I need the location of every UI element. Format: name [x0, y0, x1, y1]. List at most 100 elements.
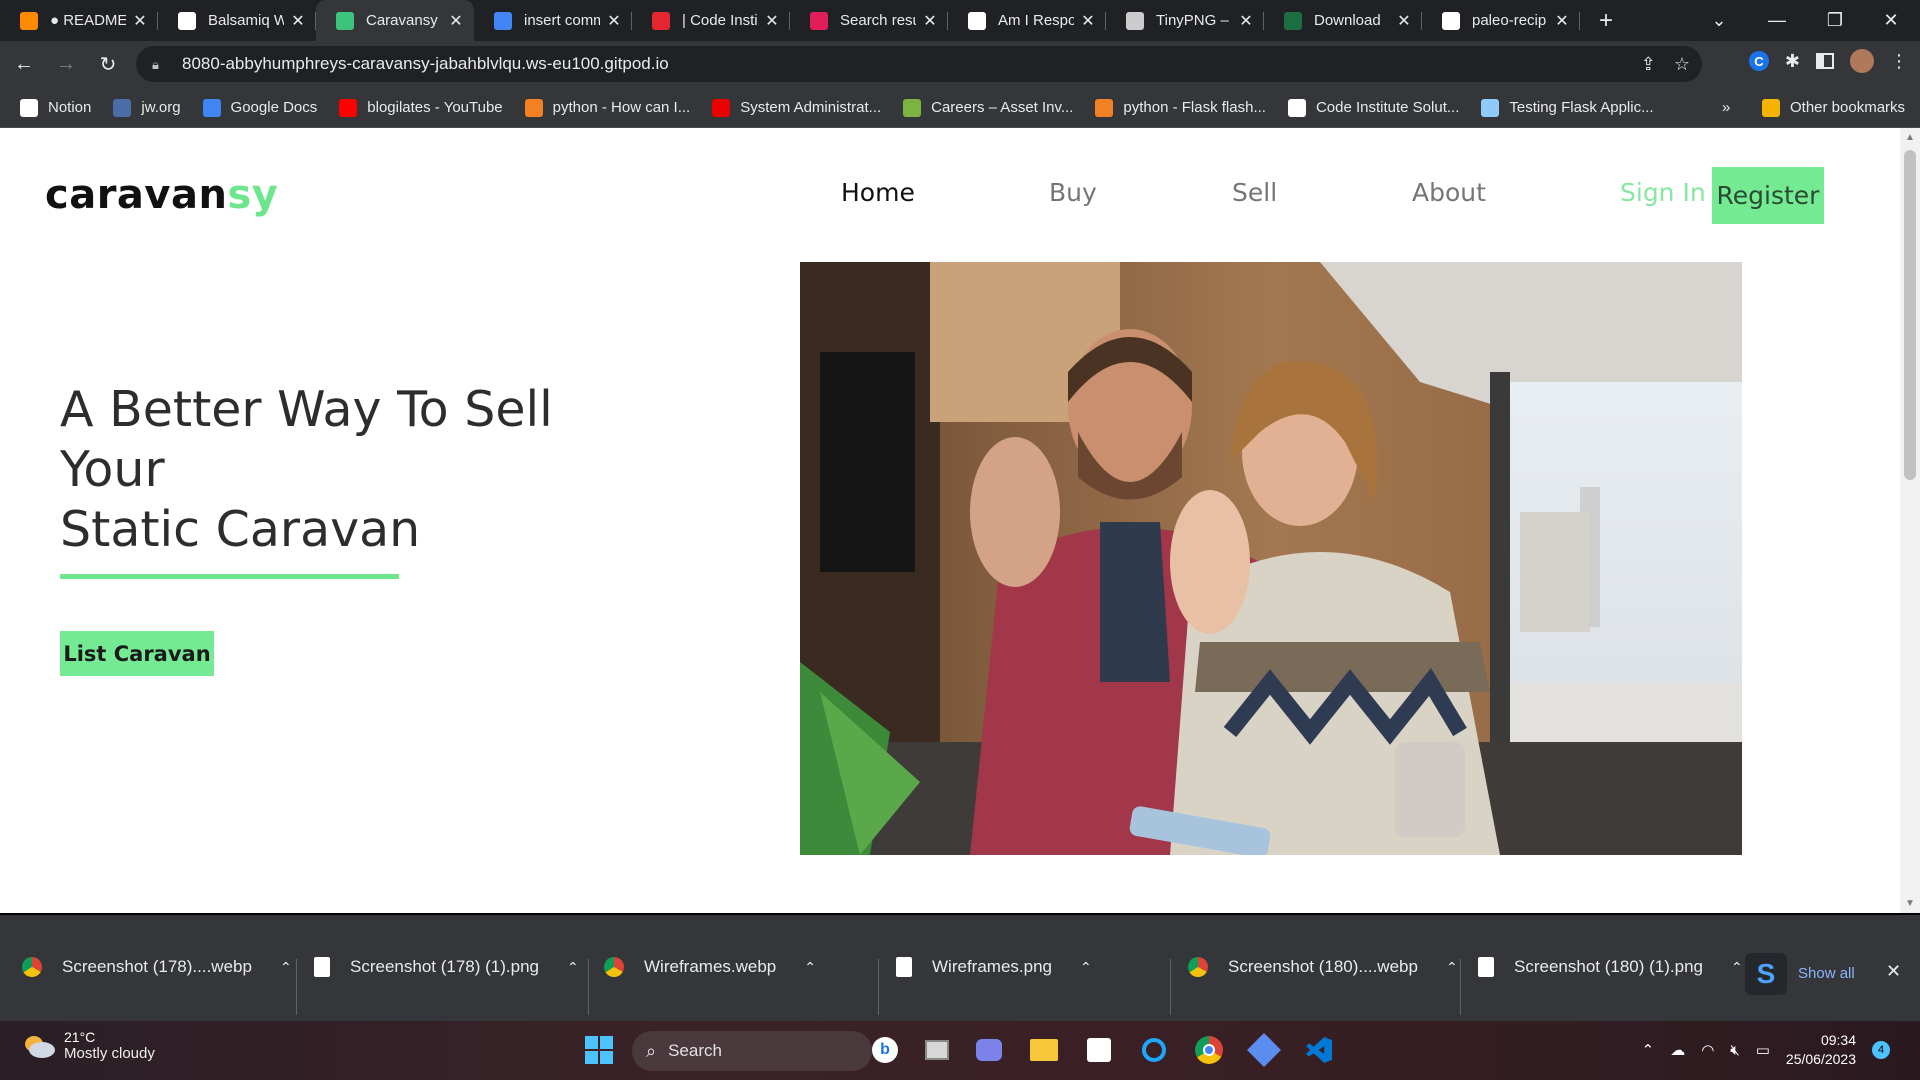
- chrome-icon[interactable]: [1192, 1033, 1226, 1067]
- download-item[interactable]: Screenshot (180)....webp ⌃: [1188, 943, 1458, 991]
- browser-tab[interactable]: insert comm ✕: [474, 0, 632, 41]
- close-downloads-icon[interactable]: ✕: [1886, 961, 1901, 982]
- extension-c-icon[interactable]: C: [1748, 51, 1769, 71]
- close-tab-icon[interactable]: ✕: [1554, 11, 1570, 31]
- store-icon[interactable]: [1082, 1033, 1116, 1067]
- teams-icon[interactable]: [972, 1033, 1006, 1067]
- share-icon[interactable]: ⇪: [1641, 54, 1656, 75]
- notification-badge[interactable]: 4: [1872, 1041, 1890, 1059]
- scroll-up-icon[interactable]: ▲: [1905, 132, 1915, 143]
- bookmark-item[interactable]: Code Institute Solut...: [1287, 98, 1459, 117]
- close-window-icon[interactable]: ✕: [1862, 0, 1920, 41]
- close-tab-icon[interactable]: ✕: [448, 11, 464, 31]
- download-item[interactable]: Screenshot (180) (1).png ⌃: [1478, 943, 1743, 991]
- power-automate-icon[interactable]: [1247, 1033, 1281, 1067]
- bookmark-item[interactable]: blogilates - YouTube: [339, 98, 503, 117]
- download-options-icon[interactable]: ⌃: [804, 959, 816, 976]
- sign-in-link[interactable]: Sign In: [1620, 178, 1706, 207]
- extensions-puzzle-icon[interactable]: ✱: [1785, 51, 1800, 72]
- show-all-button[interactable]: Show all: [1798, 965, 1855, 982]
- onedrive-icon[interactable]: ☁: [1670, 1041, 1685, 1059]
- bookmark-item[interactable]: Careers – Asset Inv...: [903, 98, 1073, 117]
- battery-icon[interactable]: ▭: [1756, 1041, 1770, 1059]
- browser-tab[interactable]: TinyPNG – (✕: [1106, 0, 1264, 41]
- close-tab-icon[interactable]: ✕: [764, 11, 780, 31]
- nav-buy[interactable]: Buy: [1049, 178, 1097, 207]
- bookmark-item[interactable]: python - Flask flash...: [1095, 98, 1266, 117]
- reload-icon[interactable]: ↻: [90, 47, 126, 83]
- file-explorer-icon[interactable]: [1027, 1033, 1061, 1067]
- weather-widget[interactable]: 21°C Mostly cloudy: [22, 1029, 155, 1062]
- bookmark-item[interactable]: jw.org: [113, 98, 181, 117]
- side-panel-icon[interactable]: [1816, 53, 1834, 69]
- download-options-icon[interactable]: ⌃: [1446, 959, 1458, 976]
- profile-avatar[interactable]: [1850, 49, 1874, 73]
- close-tab-icon[interactable]: ✕: [922, 11, 938, 31]
- windows-taskbar: 21°C Mostly cloudy ⌕ Search b ⌃ ☁ ◠ 🔇︎ ▭…: [0, 1021, 1920, 1080]
- bookmarks-overflow-icon[interactable]: »: [1722, 99, 1730, 116]
- bookmark-star-icon[interactable]: ☆: [1674, 54, 1690, 75]
- task-view-icon[interactable]: [920, 1033, 954, 1067]
- start-icon[interactable]: [582, 1033, 616, 1067]
- download-item[interactable]: Screenshot (178) (1).png ⌃: [314, 943, 579, 991]
- other-bookmarks-label: Other bookmarks: [1790, 99, 1906, 116]
- browser-tab[interactable]: Am I Respo ✕: [948, 0, 1106, 41]
- page-scrollbar[interactable]: ▲ ▼: [1900, 128, 1920, 913]
- taskbar-search[interactable]: ⌕ Search: [632, 1031, 872, 1071]
- bookmark-item[interactable]: System Administrat...: [712, 98, 881, 117]
- download-options-icon[interactable]: ⌃: [567, 959, 579, 976]
- browser-toolbar: ← → ↻ 🔒︎ 8080-abbyhumphreys-caravansy-ja…: [0, 41, 1920, 88]
- github-icon: [1442, 11, 1460, 30]
- scroll-down-icon[interactable]: ▼: [1905, 898, 1915, 909]
- browser-tab[interactable]: Search resu ✕: [790, 0, 948, 41]
- register-button[interactable]: Register: [1712, 167, 1824, 224]
- other-bookmarks[interactable]: Other bookmarks: [1762, 98, 1906, 117]
- browser-tab[interactable]: paleo-recip ✕: [1422, 0, 1580, 41]
- minimize-icon[interactable]: —: [1748, 0, 1806, 41]
- nav-sell[interactable]: Sell: [1232, 178, 1277, 207]
- bookmark-item[interactable]: Notion: [20, 98, 91, 117]
- address-bar[interactable]: 🔒︎ 8080-abbyhumphreys-caravansy-jabahblv…: [136, 46, 1702, 82]
- forward-icon[interactable]: →: [48, 47, 84, 83]
- download-item[interactable]: Screenshot (178)....webp ⌃: [22, 943, 292, 991]
- close-tab-icon[interactable]: ✕: [1080, 11, 1096, 31]
- vscode-icon[interactable]: [1302, 1033, 1336, 1067]
- youtube-icon: [339, 98, 358, 117]
- browser-tab[interactable]: Balsamiq W ✕: [158, 0, 316, 41]
- cortana-icon[interactable]: [1137, 1033, 1171, 1067]
- bookmark-item[interactable]: python - How can I...: [524, 98, 690, 117]
- browser-tab[interactable]: Download ✕: [1264, 0, 1422, 41]
- volume-muted-icon[interactable]: 🔇︎: [1730, 1042, 1739, 1059]
- download-options-icon[interactable]: ⌃: [280, 959, 292, 976]
- new-tab-icon[interactable]: +: [1588, 7, 1624, 35]
- browser-tab[interactable]: ● README.md ✕: [0, 0, 158, 41]
- browser-tab[interactable]: Caravansy ✕: [316, 0, 474, 41]
- bookmark-item[interactable]: Google Docs: [202, 98, 317, 117]
- nav-home[interactable]: Home: [841, 178, 915, 207]
- tab-search-icon[interactable]: ⌄: [1690, 0, 1748, 41]
- close-tab-icon[interactable]: ✕: [1396, 11, 1412, 31]
- download-options-icon[interactable]: ⌃: [1080, 959, 1092, 976]
- close-tab-icon[interactable]: ✕: [290, 11, 306, 31]
- tray-chevron-icon[interactable]: ⌃: [1642, 1041, 1655, 1059]
- close-tab-icon[interactable]: ✕: [606, 11, 622, 31]
- list-caravan-button[interactable]: List Caravan: [60, 631, 214, 676]
- browser-tab[interactable]: | Code Insti ✕: [632, 0, 790, 41]
- bing-icon[interactable]: b: [868, 1033, 902, 1067]
- clock[interactable]: 09:34 25/06/2023: [1786, 1031, 1856, 1069]
- close-tab-icon[interactable]: ✕: [1238, 11, 1254, 31]
- downloads-app-icon[interactable]: S: [1745, 953, 1787, 995]
- download-item[interactable]: Wireframes.webp ⌃: [604, 943, 816, 991]
- download-item[interactable]: Wireframes.png ⌃: [896, 943, 1092, 991]
- bookmark-item[interactable]: Testing Flask Applic...: [1481, 98, 1654, 117]
- nav-about[interactable]: About: [1412, 178, 1486, 207]
- back-icon[interactable]: ←: [6, 47, 42, 83]
- menu-kebab-icon[interactable]: ⋮: [1890, 51, 1908, 72]
- site-logo[interactable]: caravansy: [45, 172, 278, 218]
- hero-line-2: Your: [60, 441, 165, 498]
- close-tab-icon[interactable]: ✕: [132, 11, 148, 31]
- download-options-icon[interactable]: ⌃: [1731, 959, 1743, 976]
- scrollbar-thumb[interactable]: [1904, 150, 1916, 480]
- wifi-icon[interactable]: ◠: [1701, 1041, 1714, 1059]
- restore-icon[interactable]: ❐: [1806, 0, 1864, 41]
